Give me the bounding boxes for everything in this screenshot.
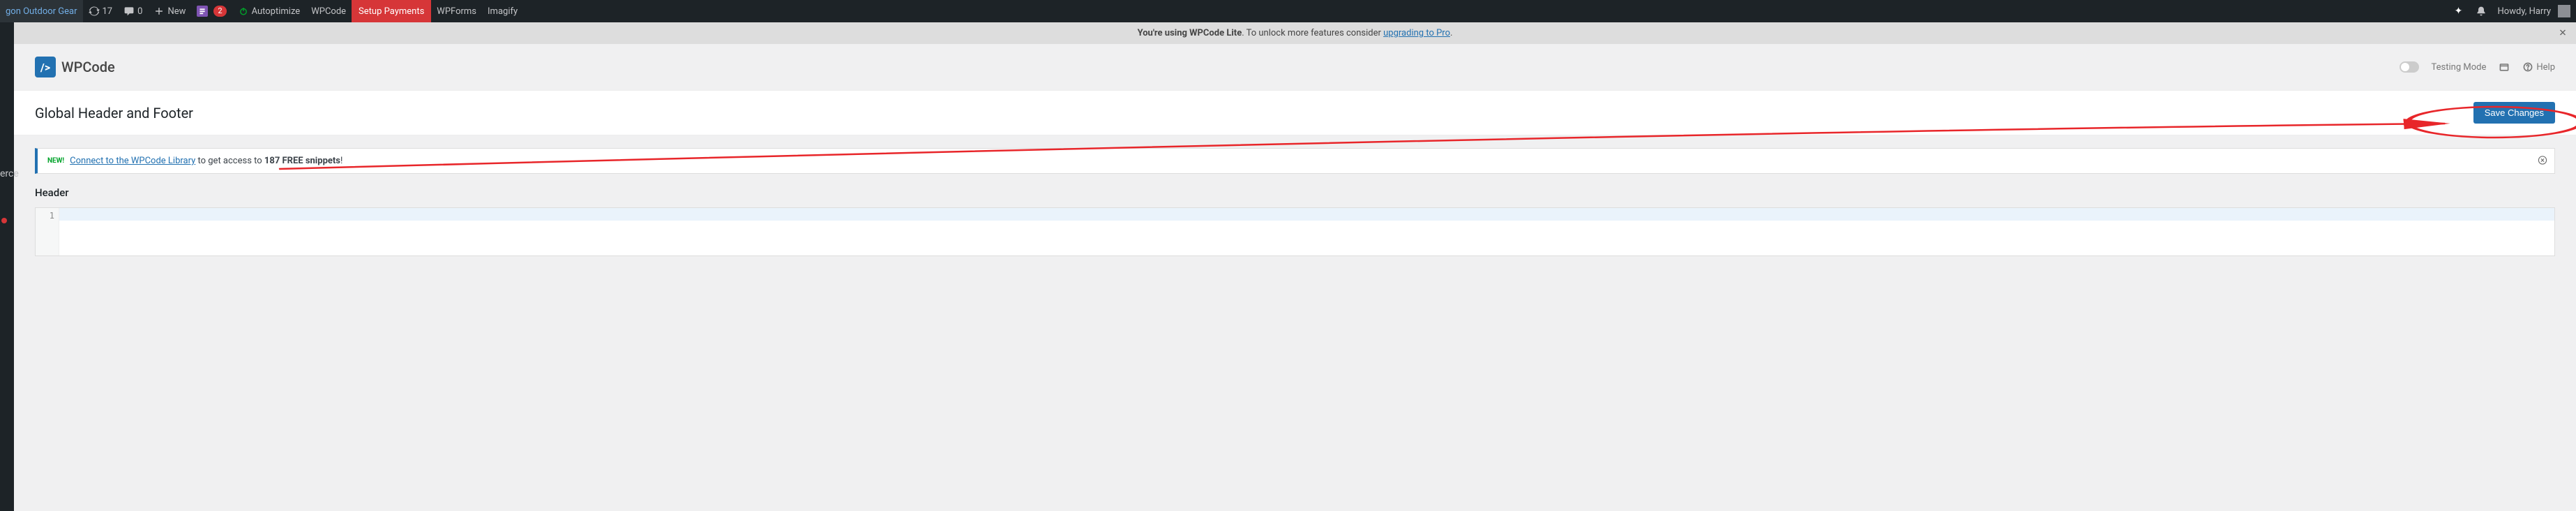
notice-suffix: !	[340, 156, 342, 166]
editor-active-line	[59, 208, 2554, 221]
wp-admin-bar: gon Outdoor Gear 17 0 New 2 Autoptimize …	[0, 0, 2576, 22]
save-changes-button[interactable]: Save Changes	[2473, 102, 2555, 124]
editor-gutter: 1	[36, 208, 59, 256]
imagify-label: Imagify	[488, 6, 518, 17]
help-label: Help	[2536, 62, 2555, 73]
wpforms-label: WPForms	[437, 6, 476, 17]
site-name-item[interactable]: gon Outdoor Gear	[0, 0, 83, 22]
admin-sidebar-fragment: erce	[0, 22, 14, 511]
my-account-item[interactable]: Howdy, Harry	[2492, 0, 2576, 22]
wpcode-logo[interactable]: /> WPCode	[35, 57, 115, 77]
imagify-item[interactable]: Imagify	[482, 0, 523, 22]
avatar	[2558, 5, 2570, 17]
wpforms-menu-item[interactable]: WPForms	[431, 0, 482, 22]
new-tag: NEW!	[47, 157, 64, 165]
testing-mode-toggle[interactable]	[2400, 61, 2419, 73]
help-icon	[2522, 61, 2533, 73]
setup-payments-label: Setup Payments	[359, 6, 424, 17]
wpcode-logo-icon: />	[35, 57, 56, 77]
header-section-title: Header	[35, 186, 2555, 199]
library-link[interactable]: Connect to the WPCode Library	[70, 156, 195, 166]
autoptimize-item[interactable]: Autoptimize	[232, 0, 306, 22]
updates-count: 17	[103, 6, 113, 17]
new-label: New	[167, 6, 186, 17]
close-icon[interactable]	[2558, 27, 2568, 40]
notice-middle: to get access to	[195, 156, 264, 166]
notifications-item[interactable]	[2470, 0, 2492, 22]
site-name: gon Outdoor Gear	[6, 6, 77, 17]
plus-icon	[153, 6, 165, 17]
testing-mode-label: Testing Mode	[2432, 62, 2487, 73]
notice-bold: 187 FREE snippets	[264, 156, 340, 166]
setup-payments-item[interactable]: Setup Payments	[352, 0, 431, 22]
help-item[interactable]: Help	[2522, 61, 2555, 73]
comments-count: 0	[137, 6, 142, 17]
refresh-icon	[89, 6, 100, 17]
upgrade-middle: . To unlock more features consider	[1242, 28, 1383, 38]
editor-code-area[interactable]	[59, 208, 2554, 256]
wpforms-badge: 2	[213, 6, 226, 17]
autoptimize-label: Autoptimize	[252, 6, 301, 17]
wpforms-notif-item[interactable]: 2	[191, 0, 232, 22]
howdy-text: Howdy, Harry	[2498, 6, 2551, 17]
form-icon	[197, 6, 208, 17]
comments-item[interactable]: 0	[118, 0, 148, 22]
wpcode-label: WPCode	[311, 6, 346, 17]
ai-item[interactable]: ✦	[2448, 0, 2470, 22]
header-code-editor[interactable]: 1	[35, 207, 2555, 256]
sidebar-notification-dot	[1, 218, 7, 223]
bell-icon	[2476, 6, 2487, 17]
wpcode-menu-item[interactable]: WPCode	[306, 0, 352, 22]
line-number: 1	[40, 211, 54, 221]
upgrade-prefix: You're using WPCode Lite	[1138, 28, 1242, 38]
sidebar-item-commerce[interactable]: erce	[0, 162, 14, 186]
header-section: Header 1	[35, 186, 2555, 256]
upgrade-link[interactable]: upgrading to Pro	[1383, 28, 1450, 38]
sparkle-icon: ✦	[2453, 6, 2464, 17]
wpcode-brand: WPCode	[61, 59, 115, 75]
wpcode-header: /> WPCode Testing Mode Help	[14, 44, 2576, 90]
window-icon[interactable]	[2499, 61, 2510, 73]
page-title-bar: Global Header and Footer Save Changes	[14, 90, 2576, 135]
admin-bar-right: ✦ Howdy, Harry	[2448, 0, 2576, 22]
new-item[interactable]: New	[148, 0, 191, 22]
page-title: Global Header and Footer	[35, 105, 193, 121]
library-notice: NEW! Connect to the WPCode Library to ge…	[35, 148, 2555, 174]
upgrade-notice-bar: You're using WPCode Lite. To unlock more…	[14, 22, 2576, 44]
upgrade-suffix: .	[1450, 28, 1452, 38]
dismiss-notice-icon[interactable]	[2538, 154, 2547, 168]
wpcode-header-tools: Testing Mode Help	[2400, 61, 2555, 73]
updates-item[interactable]: 17	[83, 0, 119, 22]
comment-icon	[123, 6, 135, 17]
power-icon	[238, 6, 249, 17]
